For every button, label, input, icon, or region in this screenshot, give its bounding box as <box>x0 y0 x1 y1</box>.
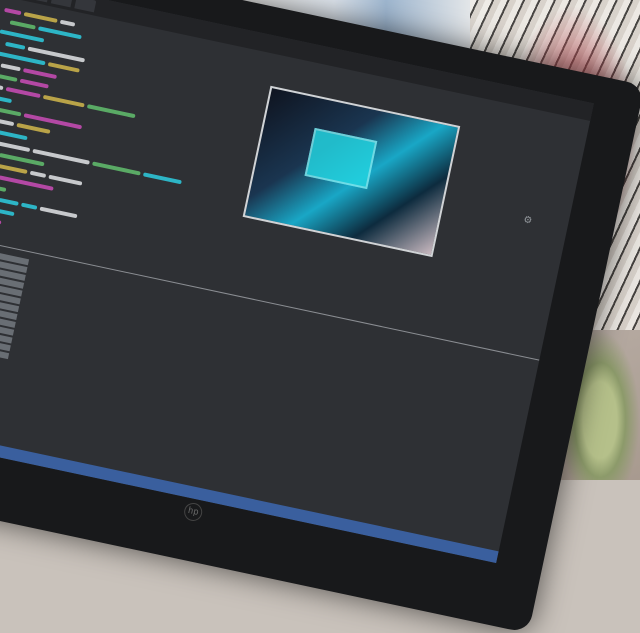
editor-tab[interactable] <box>50 0 73 8</box>
laptop-monitor: ⚙ hp <box>0 0 640 633</box>
gear-icon[interactable]: ⚙ <box>523 212 540 229</box>
code-token <box>9 19 36 30</box>
camera-preview-window <box>242 85 461 258</box>
editor-tab[interactable] <box>27 0 50 3</box>
output-table <box>0 237 30 375</box>
status-bar <box>0 422 499 564</box>
code-token <box>0 62 21 71</box>
code-token <box>0 80 4 90</box>
editor-tab[interactable] <box>74 0 97 13</box>
code-token <box>59 19 76 27</box>
code-token <box>0 215 2 225</box>
brand-logo: hp <box>182 501 204 523</box>
screen: ⚙ <box>0 0 594 564</box>
code-token <box>4 7 22 15</box>
code-token <box>29 170 47 178</box>
code-token <box>0 197 19 206</box>
code-token <box>0 73 18 82</box>
code-token <box>21 202 38 210</box>
code-editor[interactable] <box>0 1 252 290</box>
code-token <box>5 41 26 50</box>
preview-recursive-image <box>304 127 378 190</box>
